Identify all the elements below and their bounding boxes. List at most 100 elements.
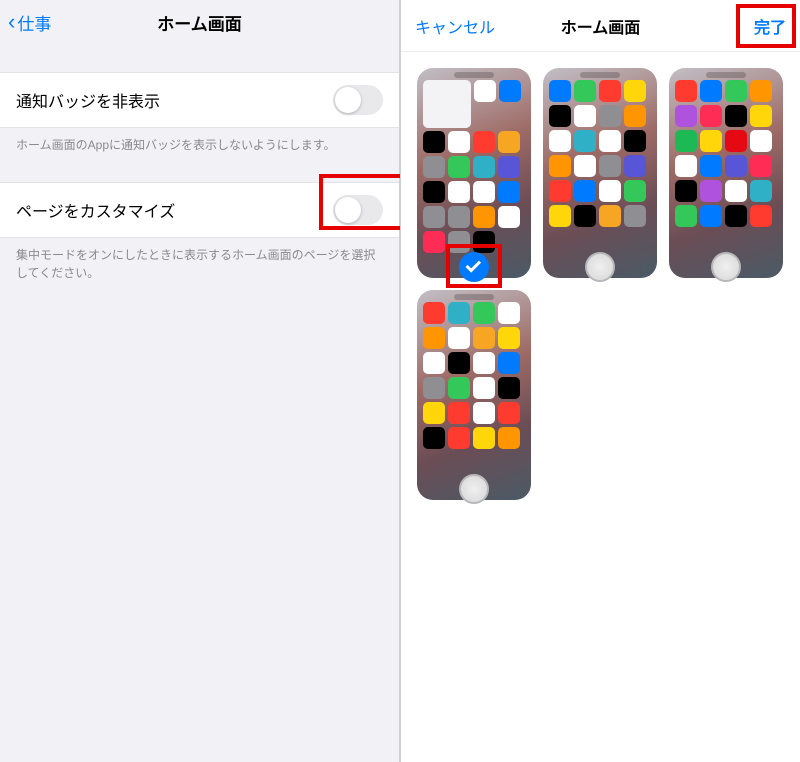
app-icon — [624, 80, 646, 102]
app-icon — [498, 377, 520, 399]
app-icon — [448, 206, 470, 228]
app-icon — [599, 180, 621, 202]
app-icon — [473, 302, 495, 324]
app-icon — [423, 181, 445, 203]
app-icon — [448, 377, 470, 399]
phone-preview — [417, 68, 531, 278]
app-icon — [624, 180, 646, 202]
toggle-knob — [335, 197, 361, 223]
app-icon — [498, 181, 520, 203]
page-select-checkbox[interactable] — [459, 252, 489, 282]
row-desc: 集中モードをオンにしたときに表示するホーム画面のページを選択してください。 — [0, 238, 399, 282]
app-icon — [448, 327, 470, 349]
app-icon — [473, 156, 495, 178]
app-icon — [599, 105, 621, 127]
app-icon — [448, 352, 470, 374]
app-icon — [574, 80, 596, 102]
app-icon — [549, 155, 571, 177]
app-icon — [498, 302, 520, 324]
app-icon — [725, 205, 747, 227]
app-icon — [423, 302, 445, 324]
back-button[interactable]: ‹ 仕事 — [8, 10, 51, 35]
app-icon — [675, 105, 697, 127]
app-icon — [700, 130, 722, 152]
app-icon — [549, 80, 571, 102]
home-page-thumbnail[interactable] — [543, 68, 657, 278]
toggle-customize-pages[interactable] — [333, 195, 383, 225]
app-icon — [423, 231, 445, 253]
app-icon — [423, 156, 445, 178]
app-icon — [700, 180, 722, 202]
row-customize-pages: ページをカスタマイズ — [0, 182, 399, 238]
page-select-checkbox[interactable] — [711, 252, 741, 282]
app-icon — [498, 131, 520, 153]
toggle-knob — [335, 87, 361, 113]
row-desc: ホーム画面のAppに通知バッジを表示しないようにします。 — [0, 128, 399, 154]
app-icon — [725, 80, 747, 102]
app-icon — [473, 352, 495, 374]
page-select-checkbox[interactable] — [459, 474, 489, 504]
app-icon — [750, 105, 772, 127]
section-customize-pages: ページをカスタマイズ 集中モードをオンにしたときに表示するホーム画面のページを選… — [0, 182, 399, 282]
app-icon — [448, 402, 470, 424]
app-icon — [725, 155, 747, 177]
chevron-left-icon: ‹ — [8, 11, 15, 33]
app-icon — [750, 205, 772, 227]
settings-panel: ‹ 仕事 ホーム画面 通知バッジを非表示 ホーム画面のAppに通知バッジを表示し… — [0, 0, 400, 762]
app-icon — [599, 80, 621, 102]
app-icon — [498, 327, 520, 349]
page-select-checkbox[interactable] — [585, 252, 615, 282]
done-button[interactable]: 完了 — [754, 14, 786, 38]
app-icon — [725, 105, 747, 127]
app-icon — [624, 105, 646, 127]
app-icon — [423, 206, 445, 228]
app-icon — [474, 80, 496, 102]
app-icon — [574, 205, 596, 227]
app-icon — [473, 327, 495, 349]
app-icon — [423, 131, 445, 153]
phone-preview — [669, 68, 783, 278]
app-icon — [473, 206, 495, 228]
app-icon — [498, 352, 520, 374]
cancel-button[interactable]: キャンセル — [415, 14, 495, 38]
app-icon — [700, 105, 722, 127]
app-icon — [549, 105, 571, 127]
app-icon — [725, 130, 747, 152]
page-chooser-modal: キャンセル ホーム画面 完了 — [400, 0, 800, 762]
app-icon — [700, 205, 722, 227]
app-icon-grid — [423, 80, 525, 253]
app-icon — [599, 130, 621, 152]
row-label: ページをカスタマイズ — [16, 198, 175, 222]
app-icon — [423, 352, 445, 374]
toggle-hide-badges[interactable] — [333, 85, 383, 115]
app-icon — [473, 402, 495, 424]
app-icon — [624, 205, 646, 227]
app-icon — [448, 231, 470, 253]
home-page-thumbnail[interactable] — [417, 68, 531, 278]
app-icon — [750, 80, 772, 102]
app-icon — [549, 180, 571, 202]
home-page-thumbnail[interactable] — [417, 290, 531, 500]
page-title: ホーム画面 — [157, 10, 242, 35]
notch-icon — [454, 294, 494, 300]
app-icon — [498, 156, 520, 178]
phone-preview — [543, 68, 657, 278]
row-hide-badges: 通知バッジを非表示 — [0, 72, 399, 128]
app-icon — [624, 155, 646, 177]
app-icon-grid — [423, 302, 525, 449]
modal-header: キャンセル ホーム画面 完了 — [401, 0, 800, 52]
app-icon — [574, 105, 596, 127]
checkmark-icon — [466, 257, 482, 273]
modal-title: ホーム画面 — [561, 14, 641, 38]
notch-icon — [580, 72, 620, 78]
app-icon — [750, 155, 772, 177]
app-icon — [498, 402, 520, 424]
phone-preview — [417, 290, 531, 500]
back-label: 仕事 — [17, 10, 51, 35]
section-badges: 通知バッジを非表示 ホーム画面のAppに通知バッジを表示しないようにします。 — [0, 72, 399, 154]
app-icon — [423, 402, 445, 424]
app-icon — [473, 427, 495, 449]
row-label: 通知バッジを非表示 — [16, 88, 160, 112]
home-page-thumbnail[interactable] — [669, 68, 783, 278]
app-icon — [498, 206, 520, 228]
